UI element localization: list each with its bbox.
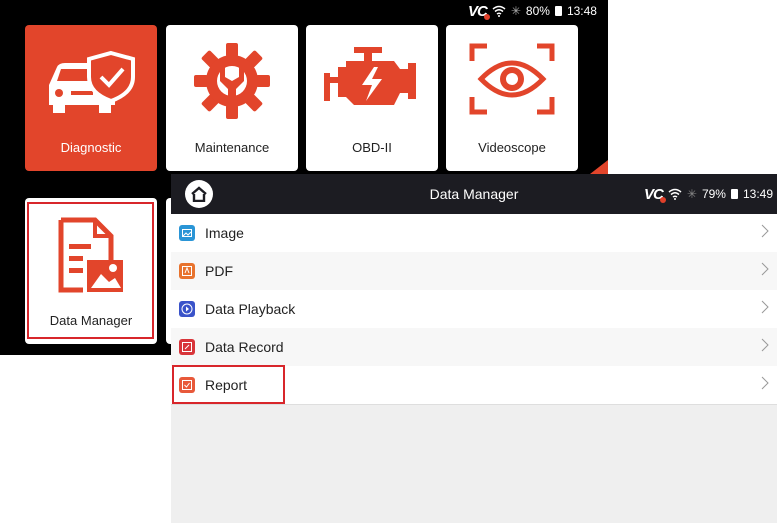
chevron-right-icon <box>761 224 769 238</box>
chevron-right-icon <box>761 338 769 352</box>
wifi-icon <box>492 5 506 17</box>
image-icon <box>179 225 195 241</box>
engine-icon <box>324 47 416 105</box>
gear-wrench-icon <box>194 43 270 119</box>
list-item-pdf[interactable]: PDF <box>171 252 777 291</box>
tile-label: OBD-II <box>352 140 392 155</box>
list-item-image[interactable]: Image <box>171 214 777 253</box>
record-icon <box>179 339 195 355</box>
list-item-label: Data Playback <box>205 301 296 317</box>
pdf-icon <box>179 263 195 279</box>
data-manager-screen: Data Manager VC ✳ 79% 13:49 Image PDF Da… <box>171 174 777 523</box>
status-bar: VC ✳ 79% 13:49 <box>644 174 773 214</box>
chevron-right-icon <box>761 376 769 390</box>
chevron-right-icon <box>761 262 769 276</box>
tile-label: Maintenance <box>194 140 270 155</box>
bluetooth-icon: ✳ <box>686 187 697 201</box>
list-item-data-playback[interactable]: Data Playback <box>171 290 777 329</box>
play-icon <box>179 301 195 317</box>
tile-label: Videoscope <box>478 140 546 155</box>
car-shield-icon <box>49 50 135 113</box>
chevron-right-icon <box>761 300 769 314</box>
battery-icon <box>730 189 738 199</box>
brand-logo: VC <box>644 186 666 203</box>
eye-scan-icon <box>469 43 555 115</box>
bluetooth-icon: ✳ <box>510 4 521 18</box>
clock: 13:48 <box>566 4 597 18</box>
clock: 13:49 <box>742 187 773 201</box>
corner-marker <box>590 160 608 174</box>
tile-obd2[interactable]: OBD-II <box>306 25 438 171</box>
tile-videoscope[interactable]: Videoscope <box>446 25 578 171</box>
brand-logo: VC <box>468 3 490 20</box>
tile-label: Diagnostic <box>60 140 122 155</box>
list-item-label: PDF <box>205 263 233 279</box>
app-header: Data Manager VC ✳ 79% 13:49 <box>171 174 777 214</box>
tile-maintenance[interactable]: Maintenance <box>166 25 298 171</box>
battery-percent: 79% <box>701 187 726 201</box>
battery-percent: 80% <box>525 4 550 18</box>
list-item-label: Image <box>205 225 244 241</box>
status-bar: VC ✳ 80% 13:48 <box>468 0 597 22</box>
highlight-box <box>27 202 154 339</box>
battery-icon <box>554 6 562 16</box>
wifi-icon <box>668 188 682 200</box>
list-item-data-record[interactable]: Data Record <box>171 328 777 367</box>
tile-diagnostic[interactable]: Diagnostic <box>25 25 157 171</box>
list-item-label: Data Record <box>205 339 284 355</box>
highlight-box <box>172 365 285 404</box>
